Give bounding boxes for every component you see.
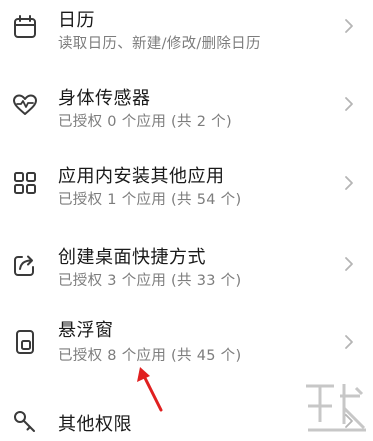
permission-title: 其他权限 xyxy=(58,414,132,435)
permission-item-body-sensors[interactable]: 身体传感器 已授权 0 个应用 (共 2 个) xyxy=(0,68,373,152)
heart-pulse-icon xyxy=(12,92,38,118)
chevron-right-icon xyxy=(344,96,354,112)
chevron-right-icon xyxy=(344,413,354,429)
chevron-right-icon xyxy=(344,256,354,272)
permission-item-install-apps[interactable]: 应用内安装其他应用 已授权 1 个应用 (共 54 个) xyxy=(0,150,373,234)
permission-subtitle: 已授权 8 个应用 (共 45 个) xyxy=(58,348,242,364)
shortcut-share-icon xyxy=(12,252,38,278)
permission-item-other[interactable]: 其他权限 xyxy=(0,398,373,441)
apps-grid-icon xyxy=(12,170,38,196)
permission-item-floating-window[interactable]: 悬浮窗 已授权 8 个应用 (共 45 个) xyxy=(0,314,373,398)
permission-title: 创建桌面快捷方式 xyxy=(58,247,206,268)
permission-title: 悬浮窗 xyxy=(58,320,114,341)
permission-item-desktop-shortcut[interactable]: 创建桌面快捷方式 已授权 3 个应用 (共 33 个) xyxy=(0,232,373,316)
chevron-right-icon xyxy=(344,18,354,34)
permission-subtitle: 读取日历、新建/修改/删除日历 xyxy=(58,36,261,52)
permission-subtitle: 已授权 1 个应用 (共 54 个) xyxy=(58,192,242,208)
permission-subtitle: 已授权 0 个应用 (共 2 个) xyxy=(58,114,232,130)
permission-list: 日历 读取日历、新建/修改/删除日历 身体传感器 已授权 0 个应用 (共 2 … xyxy=(0,0,373,441)
chevron-right-icon xyxy=(344,334,354,350)
chevron-right-icon xyxy=(344,175,354,191)
permission-title: 身体传感器 xyxy=(58,88,151,109)
permission-title: 应用内安装其他应用 xyxy=(58,166,225,187)
permission-title: 日历 xyxy=(58,10,95,31)
permission-subtitle: 已授权 3 个应用 (共 33 个) xyxy=(58,273,242,289)
floating-window-icon xyxy=(12,329,38,355)
key-icon xyxy=(12,408,38,434)
calendar-icon xyxy=(12,14,38,40)
